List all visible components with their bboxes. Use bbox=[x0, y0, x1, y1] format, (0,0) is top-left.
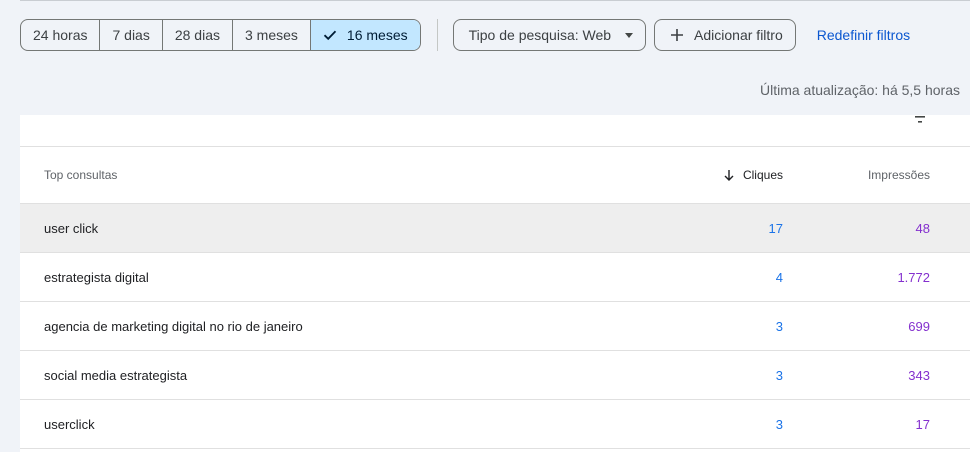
column-header-clicks-label: Cliques bbox=[742, 168, 783, 182]
clicks-cell: 3 bbox=[775, 417, 783, 432]
clicks-cell: 4 bbox=[775, 270, 783, 285]
table-header: Top consultas Cliques Impressões bbox=[20, 146, 970, 204]
query-cell: userclick bbox=[44, 417, 95, 432]
top-divider bbox=[20, 0, 970, 3]
query-cell: user click bbox=[44, 221, 99, 236]
last-updated-text: Última atualização: há 5,5 horas bbox=[760, 82, 960, 98]
date-range-3m[interactable]: 3 meses bbox=[232, 20, 310, 50]
column-header-query[interactable]: Top consultas bbox=[44, 168, 117, 182]
date-range-7d[interactable]: 7 dias bbox=[99, 20, 161, 50]
search-type-label: Tipo de pesquisa: Web bbox=[468, 27, 612, 43]
date-range-label: 24 horas bbox=[33, 27, 88, 43]
date-range-selector: 24 horas 7 dias 28 dias 3 meses 16 meses bbox=[20, 19, 421, 51]
impressions-cell: 1.772 bbox=[897, 270, 930, 285]
date-range-16m[interactable]: 16 meses bbox=[309, 20, 420, 50]
column-header-clicks[interactable]: Cliques bbox=[723, 168, 783, 182]
clicks-cell: 17 bbox=[768, 221, 783, 236]
table-row[interactable]: user click 17 48 bbox=[20, 204, 970, 253]
table-row[interactable]: estrategista digital 4 1.772 bbox=[20, 253, 970, 302]
dropdown-arrow-icon bbox=[625, 32, 634, 38]
add-filter-label: Adicionar filtro bbox=[694, 27, 783, 43]
check-icon bbox=[323, 30, 337, 41]
date-range-28d[interactable]: 28 dias bbox=[161, 20, 232, 50]
add-filter-button[interactable]: Adicionar filtro bbox=[654, 19, 796, 51]
clicks-cell: 3 bbox=[775, 319, 783, 334]
query-cell: agencia de marketing digital no rio de j… bbox=[44, 319, 303, 334]
query-cell: estrategista digital bbox=[44, 270, 149, 285]
reset-filters-link[interactable]: Redefinir filtros bbox=[817, 27, 910, 43]
column-header-impressions[interactable]: Impressões bbox=[868, 168, 930, 182]
date-range-label: 3 meses bbox=[245, 27, 298, 43]
date-range-label: 7 dias bbox=[112, 27, 150, 43]
table-row[interactable]: agencia de marketing digital no rio de j… bbox=[20, 302, 970, 351]
clicks-cell: 3 bbox=[775, 368, 783, 383]
date-range-label: 28 dias bbox=[174, 27, 220, 43]
table-row[interactable]: social media estrategista 3 343 bbox=[20, 351, 970, 400]
queries-table-card: Top consultas Cliques Impressões user cl… bbox=[20, 115, 970, 452]
date-range-label: 16 meses bbox=[346, 27, 408, 43]
toolbar-divider bbox=[436, 19, 438, 51]
table-row[interactable]: userclick 3 17 bbox=[20, 400, 970, 449]
plus-icon bbox=[671, 29, 684, 41]
impressions-cell: 48 bbox=[915, 221, 930, 236]
arrow-down-icon bbox=[724, 170, 734, 181]
impressions-cell: 343 bbox=[908, 368, 930, 383]
date-range-24h[interactable]: 24 horas bbox=[21, 20, 99, 50]
filter-toolbar: 24 horas 7 dias 28 dias 3 meses 16 meses… bbox=[20, 19, 910, 51]
search-type-dropdown[interactable]: Tipo de pesquisa: Web bbox=[452, 19, 647, 51]
filter-icon[interactable] bbox=[912, 115, 928, 127]
impressions-cell: 699 bbox=[908, 319, 930, 334]
query-cell: social media estrategista bbox=[44, 368, 188, 383]
impressions-cell: 17 bbox=[915, 417, 930, 432]
